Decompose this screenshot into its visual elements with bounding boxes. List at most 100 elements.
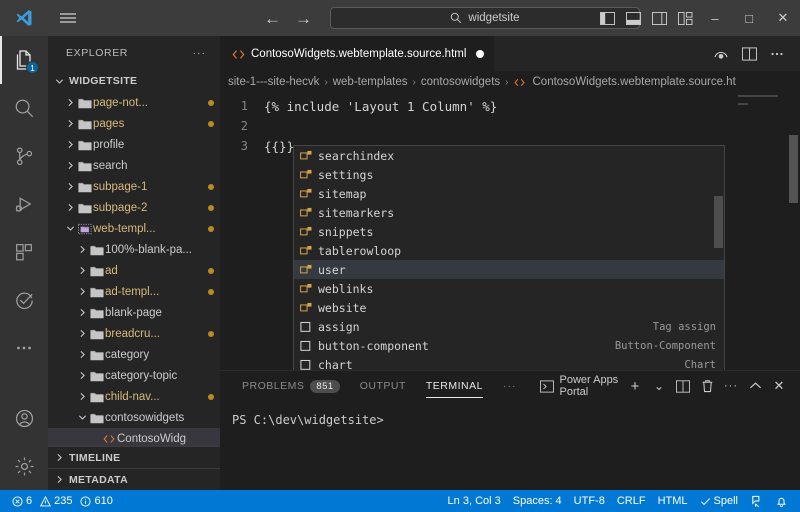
back-button[interactable]: ← bbox=[264, 10, 281, 27]
panel-more-icon[interactable]: ··· bbox=[720, 371, 742, 401]
status-spell-checker[interactable]: Spell bbox=[694, 490, 744, 512]
tree-item-label: child-nav... bbox=[105, 390, 160, 403]
tree-item-100-blank-pa[interactable]: 100%-blank-pa... bbox=[48, 239, 220, 260]
terminal-output[interactable]: PS C:\dev\widgetsite> bbox=[220, 401, 800, 490]
tree-item-page-not[interactable]: page-not... bbox=[48, 92, 220, 113]
tree-item-label: ContosoWidg bbox=[117, 432, 187, 445]
editor-tab-actions bbox=[708, 36, 800, 71]
sidebar-section-timeline[interactable]: TIMELINE bbox=[48, 446, 220, 468]
suggestion-item[interactable]: chart Chart bbox=[294, 355, 724, 370]
activity-item-testing[interactable] bbox=[0, 276, 48, 324]
maximize-panel-icon[interactable] bbox=[744, 371, 766, 401]
suggestion-scrollbar[interactable] bbox=[714, 196, 723, 248]
status-problems[interactable]: 6 235 610 bbox=[6, 490, 119, 512]
maximize-window-button[interactable]: □ bbox=[732, 0, 766, 36]
new-terminal-icon[interactable]: + bbox=[624, 371, 646, 401]
panel-more-tabs-icon[interactable]: ··· bbox=[493, 371, 527, 401]
tree-item-breadcru[interactable]: breadcru... bbox=[48, 323, 220, 344]
terminal-selector[interactable]: Power Apps Portal bbox=[540, 374, 624, 398]
suggestion-item[interactable]: assign Tag assign bbox=[294, 317, 724, 336]
kill-terminal-icon[interactable] bbox=[696, 371, 718, 401]
status-encoding[interactable]: UTF-8 bbox=[568, 490, 611, 512]
activity-item-accounts[interactable] bbox=[0, 394, 48, 442]
close-window-button[interactable]: ✕ bbox=[766, 0, 800, 36]
breadcrumb[interactable]: site-1---site-hecvk › web-templates › contos… bbox=[220, 71, 800, 93]
menu-hamburger-icon[interactable] bbox=[48, 11, 88, 25]
tree-item-ad-templ[interactable]: ad-templ... bbox=[48, 281, 220, 302]
tree-item-search[interactable]: search bbox=[48, 155, 220, 176]
suggestion-item[interactable]: sitemap bbox=[294, 184, 724, 203]
tree-item-child-nav[interactable]: child-nav... bbox=[48, 386, 220, 407]
activity-item-search[interactable] bbox=[0, 84, 48, 132]
editor-area: ContosoWidgets.webtemplate.source.html s… bbox=[220, 36, 800, 490]
tree-item-category-topic[interactable]: category-topic bbox=[48, 365, 220, 386]
suggestion-item[interactable]: button-component Button-Component bbox=[294, 336, 724, 355]
activity-item-explorer[interactable]: 1 bbox=[0, 36, 48, 84]
activity-item-settings[interactable] bbox=[0, 442, 48, 490]
close-panel-icon[interactable]: ✕ bbox=[768, 371, 790, 401]
minimap[interactable] bbox=[734, 93, 798, 370]
status-language-mode[interactable]: HTML bbox=[652, 490, 694, 512]
split-terminal-icon[interactable] bbox=[672, 371, 694, 401]
suggestion-item[interactable]: settings bbox=[294, 165, 724, 184]
tree-item-blank-page[interactable]: blank-page bbox=[48, 302, 220, 323]
activity-item-more[interactable] bbox=[0, 324, 48, 372]
status-eol[interactable]: CRLF bbox=[611, 490, 652, 512]
status-cursor-position[interactable]: Ln 3, Col 3 bbox=[442, 490, 507, 512]
toggle-secondary-sidebar-icon[interactable] bbox=[646, 0, 672, 36]
suggestion-item[interactable]: snippets bbox=[294, 222, 724, 241]
code-editor[interactable]: 1 {% include 'Layout 1 Column' %} 2 3 {{… bbox=[220, 93, 800, 370]
panel-tab-problems[interactable]: PROBLEMS 851 bbox=[232, 371, 350, 401]
suggestion-item[interactable]: weblinks bbox=[294, 279, 724, 298]
panel-tab-output[interactable]: OUTPUT bbox=[350, 371, 416, 401]
search-value: widgetsite bbox=[468, 12, 520, 24]
activity-item-source-control[interactable] bbox=[0, 132, 48, 180]
toggle-primary-sidebar-icon[interactable] bbox=[594, 0, 620, 36]
editor-tab-contosowidgets[interactable]: ContosoWidgets.webtemplate.source.html bbox=[220, 36, 495, 71]
file-tree[interactable]: page-not... pages profile search subpage-1 su… bbox=[48, 92, 220, 446]
tree-item-pages[interactable]: pages bbox=[48, 113, 220, 134]
breadcrumb-item[interactable]: web-templates bbox=[333, 76, 408, 88]
status-indentation[interactable]: Spaces: 4 bbox=[507, 490, 568, 512]
customize-layout-icon[interactable] bbox=[672, 0, 698, 36]
spell-label: Spell bbox=[713, 495, 738, 507]
panel-tab-terminal[interactable]: TERMINAL bbox=[416, 371, 493, 401]
status-notifications-bell-icon[interactable] bbox=[769, 490, 794, 512]
tree-item-contosowidg[interactable]: ContosoWidg bbox=[48, 428, 220, 446]
breadcrumb-item[interactable]: contosowidgets bbox=[421, 76, 500, 88]
suggestion-item[interactable]: tablerowloop bbox=[294, 241, 724, 260]
suggestion-item[interactable]: user bbox=[294, 260, 724, 279]
object-kind-icon bbox=[300, 264, 318, 276]
suggestion-list[interactable]: searchindex settings sitemap sitemarkers sni… bbox=[294, 146, 724, 370]
forward-button[interactable]: → bbox=[295, 10, 312, 27]
terminal-dropdown-icon[interactable]: ⌄ bbox=[648, 371, 670, 401]
panel-tab-label: PROBLEMS bbox=[242, 380, 305, 392]
tree-item-profile[interactable]: profile bbox=[48, 134, 220, 155]
tree-item-ad[interactable]: ad bbox=[48, 260, 220, 281]
status-remote-icon[interactable] bbox=[744, 490, 769, 512]
sidebar-section-metadata[interactable]: METADATA bbox=[48, 468, 220, 490]
tree-item-subpage-2[interactable]: subpage-2 bbox=[48, 197, 220, 218]
split-editor-icon[interactable] bbox=[736, 36, 762, 71]
suggestion-item[interactable]: searchindex bbox=[294, 146, 724, 165]
tree-item-contosowidgets[interactable]: contosowidgets bbox=[48, 407, 220, 428]
tree-item-category[interactable]: category bbox=[48, 344, 220, 365]
tree-item-label: page-not... bbox=[93, 96, 148, 109]
activity-item-extensions[interactable] bbox=[0, 228, 48, 276]
suggestion-item[interactable]: sitemarkers bbox=[294, 203, 724, 222]
breadcrumb-item[interactable]: site-1---site-hecvk bbox=[228, 76, 319, 88]
tree-item-subpage-1[interactable]: subpage-1 bbox=[48, 176, 220, 197]
tree-item-web-templ[interactable]: web-templ... bbox=[48, 218, 220, 239]
suggestion-widget[interactable]: searchindex settings sitemap sitemarkers sni… bbox=[293, 145, 725, 370]
minimize-window-button[interactable]: – bbox=[698, 0, 732, 36]
activity-item-run-and-debug[interactable] bbox=[0, 180, 48, 228]
breadcrumb-item[interactable]: ContosoWidgets.webtemplate.source.ht bbox=[533, 76, 736, 88]
editor-tab-bar: ContosoWidgets.webtemplate.source.html bbox=[220, 36, 800, 71]
sidebar-more-icon[interactable]: ··· bbox=[193, 47, 207, 59]
suggestion-item[interactable]: website bbox=[294, 298, 724, 317]
sidebar-section-widgetsite[interactable]: WIDGETSITE bbox=[48, 70, 220, 92]
open-preview-icon[interactable] bbox=[708, 36, 734, 71]
toggle-panel-icon[interactable] bbox=[620, 0, 646, 36]
more-editor-actions-icon[interactable] bbox=[764, 36, 790, 71]
minimap-slider[interactable] bbox=[789, 135, 798, 203]
